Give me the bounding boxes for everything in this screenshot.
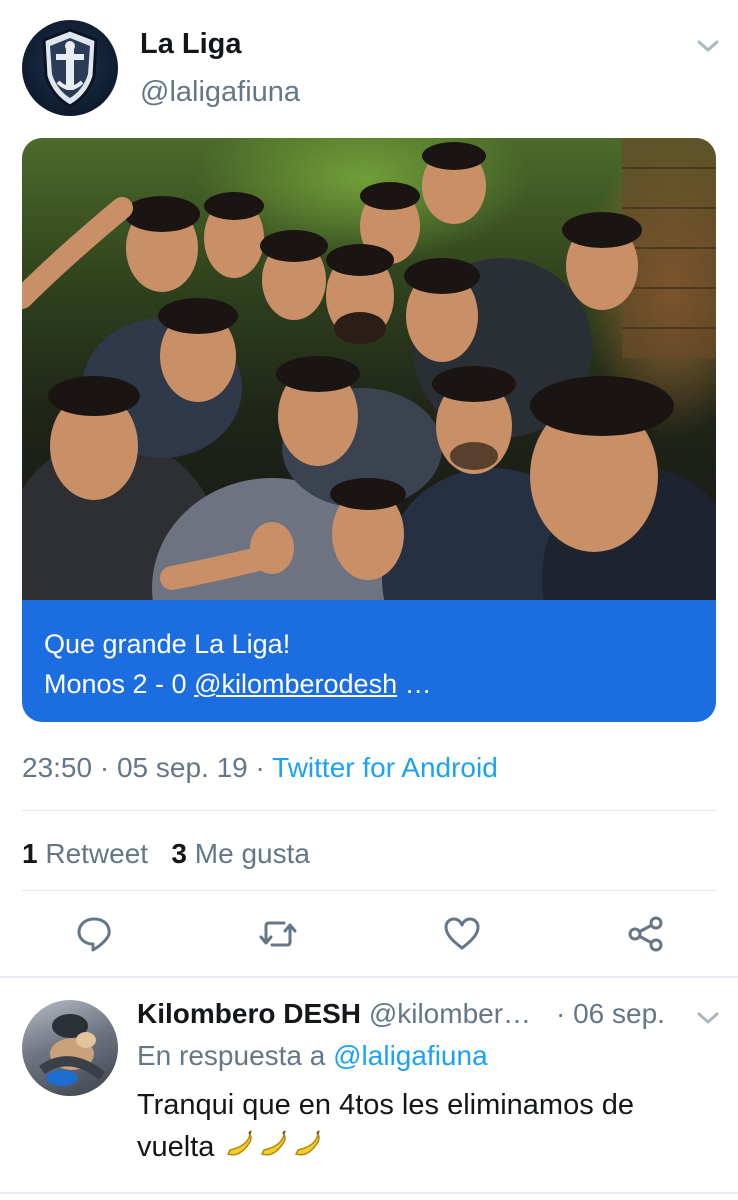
tweet-time: 23:50 (22, 752, 93, 783)
likes-stat[interactable]: 3 Me gusta (171, 838, 310, 869)
section-divider (0, 1192, 738, 1194)
retweets-label: Retweet (45, 838, 149, 869)
reply-author-handle[interactable]: @kilomber… (369, 998, 531, 1029)
tweet-source-link[interactable]: Twitter for Android (272, 752, 498, 783)
share-button[interactable] (626, 914, 666, 954)
author-avatar[interactable] (22, 20, 118, 116)
reply-text: Tranqui que en 4tos les eliminamos de vu… (137, 1084, 697, 1168)
media-caption[interactable]: Que grande La Liga! Monos 2 - 0 @kilombe… (22, 600, 716, 722)
divider (22, 810, 716, 811)
comment-icon (77, 917, 111, 952)
banana-icon (261, 1130, 287, 1156)
shield-logo-icon (42, 28, 98, 108)
caption-ellipsis: … (397, 669, 432, 699)
chevron-down-icon[interactable] (694, 1008, 722, 1028)
tweet-date: 05 sep. 19 (116, 752, 248, 783)
retweet-button[interactable] (258, 914, 298, 954)
divider (22, 890, 716, 891)
reply-body: Tranqui que en 4tos les eliminamos de vu… (137, 1089, 635, 1163)
like-button[interactable] (442, 914, 482, 954)
caption-mention-link[interactable]: @kilomberodesh (194, 669, 397, 699)
caption-line-2: Monos 2 - 0 @kilomberodesh … (44, 664, 694, 704)
reply-date[interactable]: · 06 sep. (556, 998, 665, 1030)
reply-button[interactable] (74, 914, 114, 954)
caption-line-1: Que grande La Liga! (44, 629, 291, 659)
tweet-header: La Liga @laligafiuna (0, 0, 738, 130)
author-name[interactable]: La Liga (140, 28, 242, 61)
likes-label: Me gusta (194, 838, 310, 869)
group-selfie-photo[interactable] (22, 138, 716, 600)
media-card[interactable]: Que grande La Liga! Monos 2 - 0 @kilombe… (22, 138, 716, 722)
banana-icon (227, 1130, 253, 1156)
banana-emoji-icon (222, 1130, 324, 1163)
tweet-timestamp: 23:50 · 05 sep. 19 · Twitter for Android (22, 752, 498, 784)
share-icon (628, 916, 663, 952)
chevron-down-icon[interactable] (694, 36, 722, 56)
meta-separator: · (247, 752, 273, 783)
heart-icon (444, 917, 480, 950)
retweets-stat[interactable]: 1 Retweet (22, 838, 148, 869)
in-reply-prefix: En respuesta a (137, 1040, 334, 1071)
tweet-stats: 1 Retweet 3 Me gusta (22, 838, 310, 870)
reply-author-name[interactable]: Kilombero DESH (137, 998, 361, 1029)
retweets-count: 1 (22, 838, 38, 869)
reply-header: Kilombero DESH @kilomber… (137, 998, 531, 1030)
reply-author-avatar[interactable] (22, 1000, 118, 1096)
in-reply-mention-link[interactable]: @laligafiuna (333, 1040, 488, 1071)
caption-score: Monos 2 - 0 (44, 669, 195, 699)
likes-count: 3 (171, 838, 187, 869)
retweet-icon (259, 921, 297, 947)
meta-separator: · (92, 752, 117, 783)
author-handle[interactable]: @laligafiuna (140, 76, 300, 109)
in-reply-to: En respuesta a @laligafiuna (137, 1040, 488, 1072)
section-divider (0, 976, 738, 978)
banana-icon (295, 1130, 321, 1156)
